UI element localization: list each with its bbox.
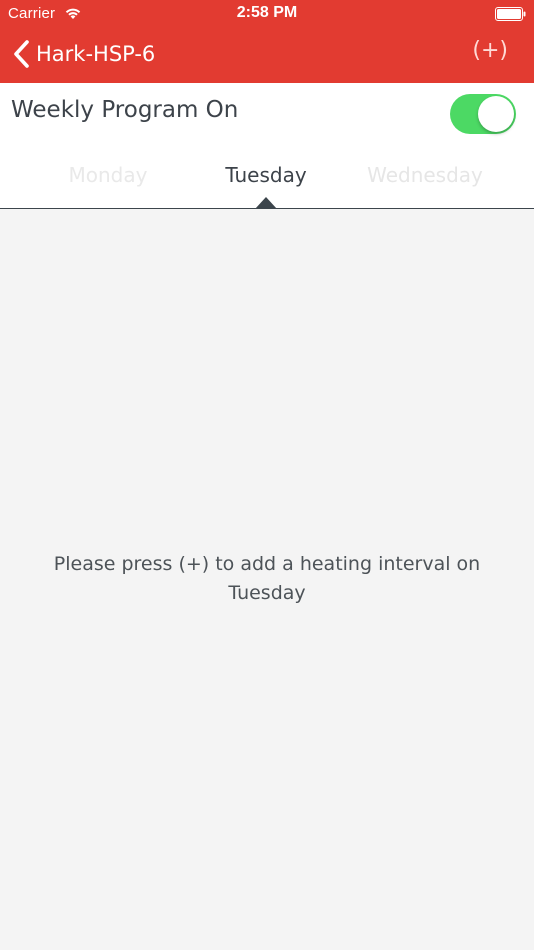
add-interval-button[interactable]: (+) xyxy=(472,38,508,63)
day-tab-previous[interactable]: Monday xyxy=(28,163,188,187)
selected-day-indicator xyxy=(255,197,277,209)
chevron-left-icon xyxy=(14,40,29,68)
weekly-program-toggle[interactable] xyxy=(450,94,516,134)
status-time: 2:58 PM xyxy=(236,4,298,21)
day-selector: Monday Tuesday Wednesday xyxy=(0,145,534,209)
weekly-program-row: Weekly Program On xyxy=(0,83,534,145)
toggle-knob xyxy=(478,96,514,132)
day-tab-next[interactable]: Wednesday xyxy=(345,163,505,187)
empty-state-message: Please press (+) to add a heating interv… xyxy=(53,553,481,604)
header: Carrier 2:58 PM Hark-HSP-6 (+) xyxy=(0,0,534,83)
day-tab-current[interactable]: Tuesday xyxy=(186,163,346,187)
status-bar: Carrier 2:58 PM xyxy=(0,0,534,28)
back-button[interactable]: Hark-HSP-6 xyxy=(12,36,155,72)
battery-icon xyxy=(495,7,526,21)
back-label: Hark-HSP-6 xyxy=(36,42,156,66)
weekly-program-label: Weekly Program On xyxy=(11,97,239,123)
navigation-bar: Hark-HSP-6 (+) xyxy=(0,28,534,83)
